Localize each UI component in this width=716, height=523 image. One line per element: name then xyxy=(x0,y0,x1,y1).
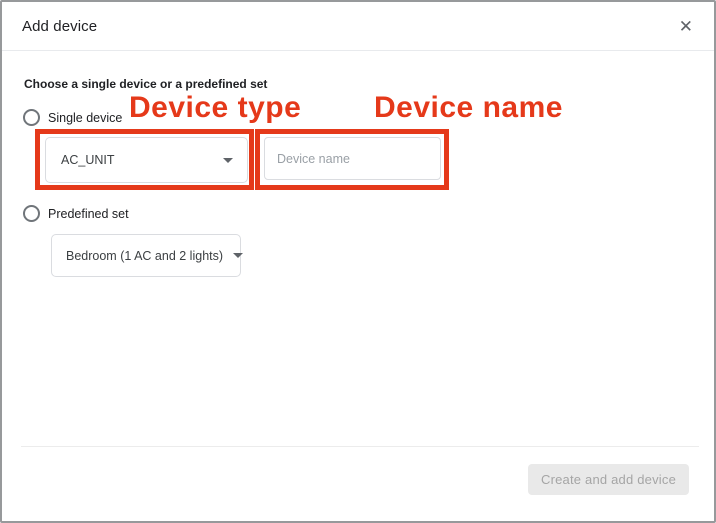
predefined-set-radio[interactable]: Predefined set xyxy=(23,205,129,222)
dialog-title: Add device xyxy=(22,18,97,35)
predefined-set-label: Predefined set xyxy=(48,207,129,221)
device-type-dropdown[interactable]: AC_UNIT xyxy=(45,137,248,183)
chevron-down-icon xyxy=(233,253,243,258)
create-and-add-device-button[interactable]: Create and add device xyxy=(528,464,689,495)
radio-circle-icon xyxy=(23,205,40,222)
add-device-dialog: Add device ✕ Choose a single device or a… xyxy=(0,0,716,523)
single-device-label: Single device xyxy=(48,111,122,125)
device-name-input[interactable] xyxy=(264,137,441,180)
device-type-dropdown-value: AC_UNIT xyxy=(61,153,114,167)
radio-circle-icon xyxy=(23,109,40,126)
device-name-annotation: Device name xyxy=(374,91,563,125)
footer-divider xyxy=(21,446,699,447)
predefined-set-dropdown-value: Bedroom (1 AC and 2 lights) xyxy=(66,249,223,263)
choose-device-heading: Choose a single device or a predefined s… xyxy=(24,77,267,91)
chevron-down-icon xyxy=(223,158,233,163)
close-icon[interactable]: ✕ xyxy=(677,16,695,37)
dialog-header: Add device ✕ xyxy=(2,2,714,51)
predefined-set-dropdown[interactable]: Bedroom (1 AC and 2 lights) xyxy=(51,234,241,277)
device-type-annotation: Device type xyxy=(129,91,301,125)
single-device-radio[interactable]: Single device xyxy=(23,109,122,126)
